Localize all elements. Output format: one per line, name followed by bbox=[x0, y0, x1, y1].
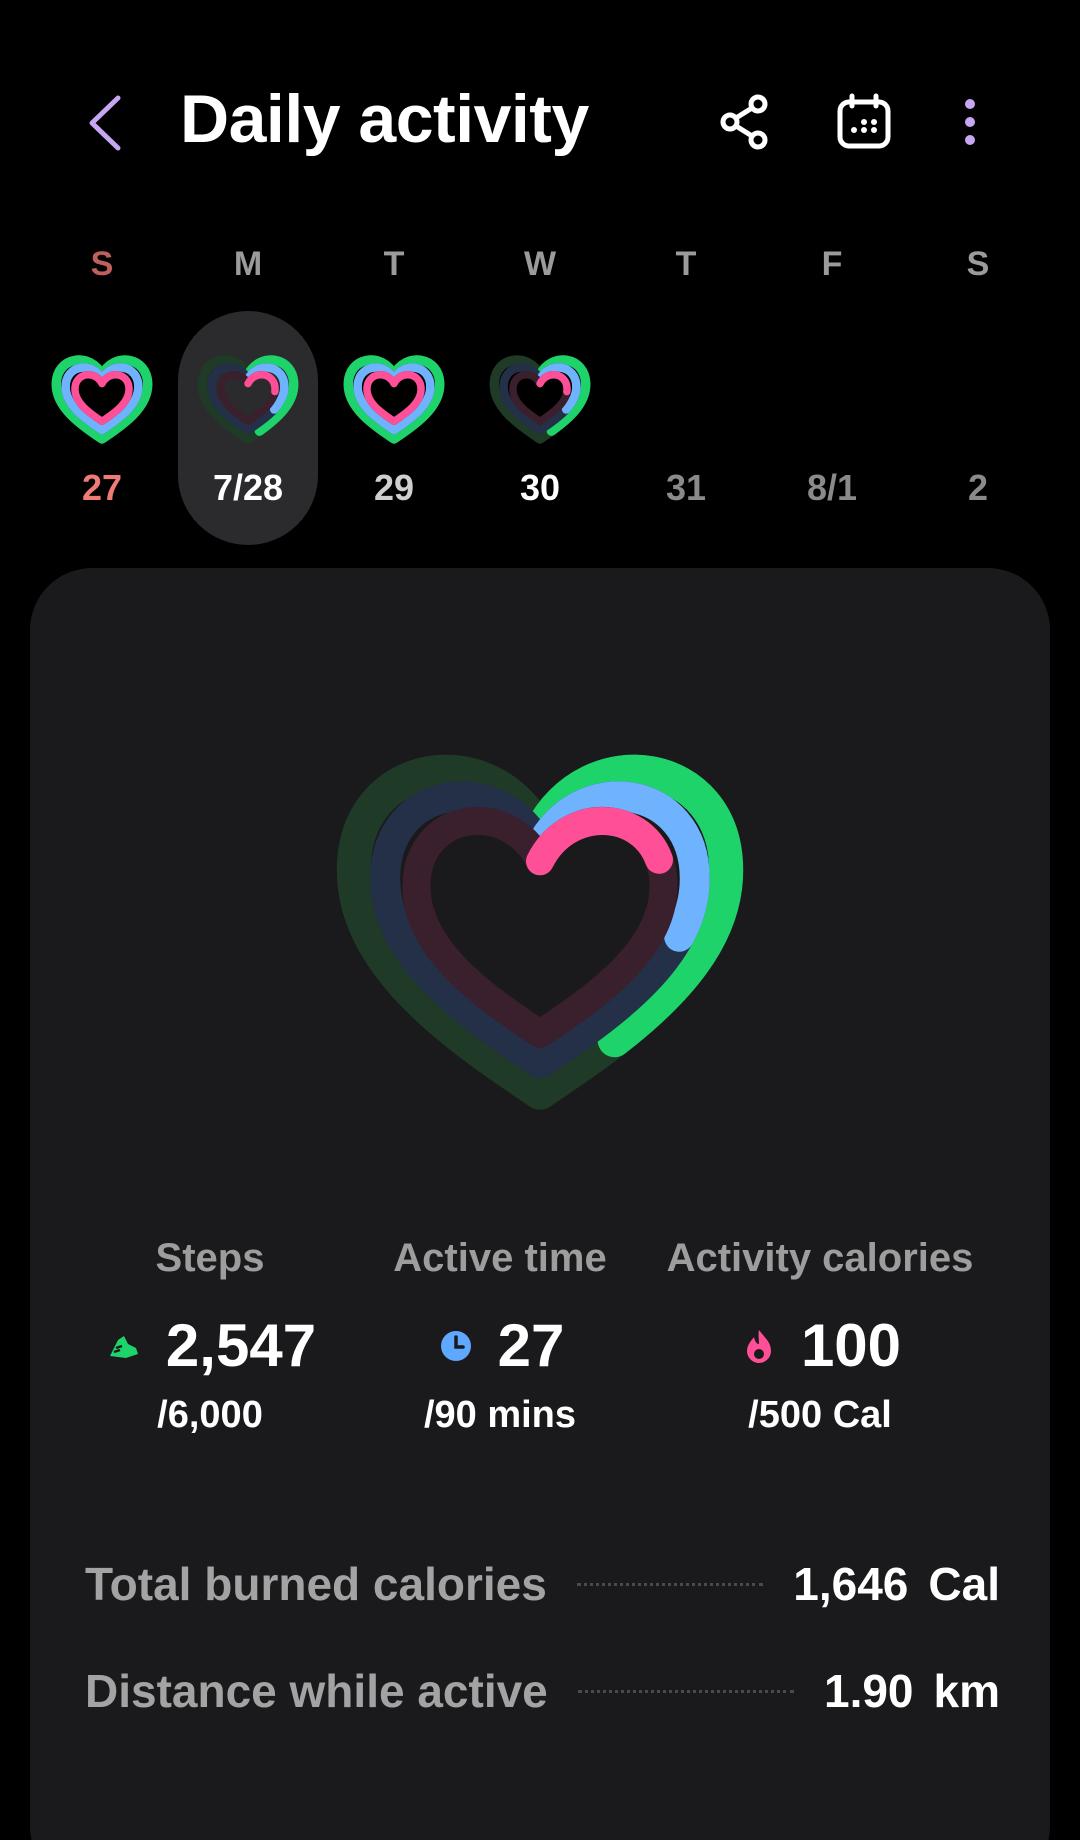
day-of-week-label: S bbox=[966, 245, 990, 283]
week-selector: S 27 M 7/28 T 29 W 30 T 31 F 8/1 S 2 bbox=[0, 245, 1080, 545]
more-vertical-icon[interactable] bbox=[950, 90, 990, 154]
date-label: 2 bbox=[967, 467, 989, 508]
steps-goal: /6,000 bbox=[157, 1394, 263, 1436]
distance-active-unit: km bbox=[933, 1665, 1000, 1717]
date-label: 27 bbox=[81, 467, 123, 508]
activity-calories-goal: /500 Cal bbox=[748, 1394, 892, 1436]
day-of-week-label: S bbox=[90, 245, 114, 283]
steps-value: 2,547 bbox=[165, 1312, 317, 1379]
day-of-week-label: T bbox=[383, 245, 405, 283]
total-burned-calories-row[interactable]: Total burned calories 1,646 Cal bbox=[85, 1554, 1000, 1614]
total-burned-calories-value: 1,646 bbox=[793, 1558, 909, 1610]
activity-heart-icon bbox=[489, 355, 591, 444]
activity-calories-value: 100 bbox=[800, 1312, 902, 1379]
activity-rings-heart bbox=[336, 754, 744, 1110]
page-title: Daily activity bbox=[180, 81, 589, 157]
active-time-label: Active time bbox=[393, 1236, 607, 1280]
dotted-leader bbox=[576, 1582, 764, 1586]
activity-heart-icon bbox=[343, 355, 445, 444]
share-icon[interactable] bbox=[712, 90, 776, 154]
day-thu-31[interactable]: T 31 bbox=[613, 245, 759, 545]
day-of-week-label: T bbox=[675, 245, 697, 283]
date-label: 30 bbox=[519, 467, 561, 508]
total-burned-calories-label: Total burned calories bbox=[85, 1558, 547, 1610]
app-header: Daily activity bbox=[0, 0, 1080, 245]
date-label: 7/28 bbox=[212, 467, 284, 508]
day-mon-7-28[interactable]: M 7/28 bbox=[175, 245, 321, 545]
day-of-week-label: W bbox=[523, 245, 557, 283]
day-sat-2[interactable]: S 2 bbox=[905, 245, 1051, 545]
distance-active-value: 1.90 bbox=[823, 1665, 914, 1717]
distance-active-row[interactable]: Distance while active 1.90 km bbox=[85, 1661, 1000, 1721]
date-label: 31 bbox=[665, 467, 707, 508]
total-burned-calories-unit: Cal bbox=[928, 1558, 1000, 1610]
date-label: 29 bbox=[373, 467, 415, 508]
day-of-week-label: M bbox=[233, 245, 263, 283]
date-label: 8/1 bbox=[806, 467, 858, 508]
distance-active-label: Distance while active bbox=[85, 1665, 548, 1717]
activity-calories-label: Activity calories bbox=[666, 1236, 974, 1280]
day-of-week-label: F bbox=[821, 245, 843, 283]
daily-activity-screen: Daily activity S 27 M 7/28 T 29 W 30 T 3… bbox=[0, 0, 1080, 1840]
dotted-leader bbox=[577, 1689, 794, 1693]
active-time-value: 27 bbox=[497, 1312, 565, 1379]
day-wed-30[interactable]: W 30 bbox=[467, 245, 613, 545]
shoe-icon bbox=[109, 1335, 138, 1358]
active-time-goal: /90 mins bbox=[423, 1394, 577, 1436]
active-time-stat[interactable]: Active time 27 /90 mins bbox=[375, 1236, 625, 1437]
calendar-icon[interactable] bbox=[832, 90, 896, 154]
steps-stat[interactable]: Steps 2,547 /6,000 bbox=[100, 1236, 320, 1437]
activity-summary-card: Steps 2,547 /6,000 Active time 27 /90 mi… bbox=[30, 568, 1050, 1840]
steps-label: Steps bbox=[155, 1236, 265, 1280]
activity-heart-icon bbox=[197, 355, 299, 444]
chevron-left-icon[interactable] bbox=[78, 90, 134, 156]
clock-icon bbox=[440, 1330, 471, 1361]
activity-heart-icon bbox=[51, 355, 153, 444]
day-fri-8-1[interactable]: F 8/1 bbox=[759, 245, 905, 545]
day-sun-27[interactable]: S 27 bbox=[29, 245, 175, 545]
day-tue-29[interactable]: T 29 bbox=[321, 245, 467, 545]
activity-calories-stat[interactable]: Activity calories 100 /500 Cal bbox=[650, 1236, 990, 1437]
flame-icon bbox=[746, 1329, 771, 1363]
